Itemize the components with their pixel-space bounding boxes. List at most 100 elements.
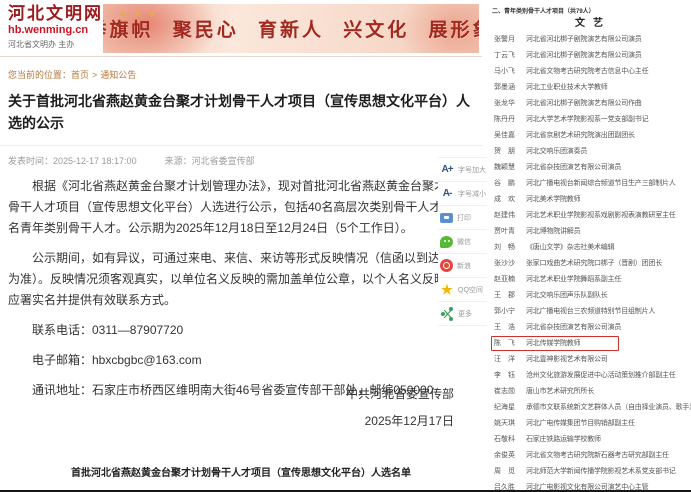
person-name: 汪 洋: [494, 354, 521, 364]
site-logo[interactable]: 河北文明网 hb.wenming.cn 河北省文明办 主办: [8, 5, 103, 50]
toolbar-item[interactable]: 字号减小: [438, 182, 494, 206]
person-org: 河北交响乐团演奏员: [526, 146, 587, 156]
person-name: 张龙华: [494, 98, 521, 108]
signature-block: 中共河北省委宣传部 2025年12月17日: [346, 381, 454, 435]
toolbar-item[interactable]: 微信: [438, 230, 494, 254]
roster-row: 吴佳嘉 河北省京剧艺术研究院演出团副团长: [487, 127, 691, 143]
roster-row: 石敬科 石家庄铁路运输学校教师: [487, 431, 691, 447]
share-toolbar: 字号加大 字号减小 打印 微信 新浪 Q: [438, 157, 494, 326]
person-name: 纪海星: [494, 402, 521, 412]
person-org: 河北省河北梆子剧院演艺有限公司演员: [526, 34, 642, 44]
roster-row: 郭墨涵 河北工业职业技术大学教师: [487, 79, 691, 95]
roster-row-box: 吴佳嘉 河北省京剧艺术研究院演出团副团长: [491, 128, 640, 143]
person-org: 河北博物院讲解员: [526, 226, 580, 236]
site-logo-title: 河北文明网: [8, 5, 103, 24]
person-name: 周 觅: [494, 466, 521, 476]
person-name: 赵建伟: [494, 210, 521, 220]
roster-row-box: 张沙沙 张家口戏曲艺术研究院口梆子（晋剧）团团长: [491, 256, 667, 271]
roster-row: 贾叶青 河北博物院讲解员: [487, 223, 691, 239]
person-name: 贾叶青: [494, 226, 521, 236]
toolbar-item-label: 微信: [457, 237, 471, 247]
person-org: 河北省河北梆子剧院演艺有限公司演员: [526, 50, 642, 60]
person-org: 河北广电传媒集团节目购销部副主任: [526, 418, 635, 428]
toolbar-item-label: 更多: [458, 309, 472, 319]
title-divider: [0, 145, 482, 146]
roster-row-box: 郭墨涵 河北工业职业技术大学教师: [491, 80, 613, 95]
roster-row-box: 魏颖慧 河北省杂技团演艺有限公司演员: [491, 160, 626, 175]
person-org: 河北省文物考古研究院考古信息中心主任: [526, 66, 648, 76]
roster-row-box: 刘 畅 《唐山文学》杂志社美术编辑: [491, 240, 619, 255]
roster-row-box: 陈 飞 河北传媒学院教师: [491, 336, 619, 351]
slogan-banner-text: 举旗帜 聚民心 育新人 兴文化 展形象: [103, 15, 479, 42]
roster-row-box: 纪海星 承德市文联系统新文艺群体人员（自由择业演员、歌手）: [491, 400, 691, 415]
person-org: 河北工业职业技术大学教师: [526, 82, 608, 92]
roster-row: 周 觅 河北师范大学新闻传播学院影视艺术系党支部书记: [487, 463, 691, 479]
roster-row: 余俊英 河北省文物考古研究院新石器考古研究部副主任: [487, 447, 691, 463]
roster-table-caption: 首批河北省燕赵黄金台聚才计划骨干人才项目（宣传思想文化平台）人选名单: [0, 464, 482, 479]
roster-row-box: 张警月 河北省河北梆子剧院演艺有限公司演员: [491, 32, 647, 47]
person-org: 河北师范大学新闻传播学院影视艺术系党支部书记: [526, 466, 676, 476]
roster-row: 丁云飞 河北省河北梆子剧院演艺有限公司演员: [487, 47, 691, 63]
person-org: 河北省杂技团演艺有限公司演员: [526, 162, 621, 172]
roster-row-box: 崔志勋 唐山市艺术研究所所长: [491, 384, 599, 399]
article-body: 根据《河北省燕赵黄金台聚才计划管理办法》，现对首批河北省燕赵黄金台聚才计划骨干人…: [8, 176, 470, 401]
site-logo-subtitle: 河北省文明办 主办: [8, 39, 103, 50]
toolbar-item-label: QQ空间: [458, 285, 483, 295]
roster-row-box: 王 浩 河北省杂技团演艺有限公司演员: [491, 320, 626, 335]
roster-row: 陈丹丹 河北大学艺术学院影视系一党支部副书记: [487, 111, 691, 127]
roster-row-box: 王 郡 河北交响乐团声乐队副队长: [491, 288, 613, 303]
roster-row: 姚天琪 河北广电传媒集团节目购销部副主任: [487, 415, 691, 431]
roster-row-box: 余俊英 河北省文物考古研究院新石器考古研究部副主任: [491, 448, 674, 463]
person-org: 河北广播电视台新闻综合频道节目生产三部制片人: [526, 178, 676, 188]
breadcrumb-home-link[interactable]: 首页: [71, 70, 89, 80]
toolbar-item[interactable]: 打印: [438, 206, 494, 230]
page-title: 关于首批河北省燕赵黄金台聚才计划骨干人才项目（宣传思想文化平台）人选的公示: [8, 91, 474, 134]
article-column: 河北文明网 hb.wenming.cn 河北省文明办 主办 举旗帜 聚民心 育新…: [0, 0, 482, 492]
article-source: 来源：河北省委宣传部: [165, 154, 255, 167]
roster-category: 文艺: [487, 14, 691, 29]
person-name: 王 郡: [494, 290, 521, 300]
weibo-icon: [440, 259, 453, 272]
roster-row: 郭小宁 河北广播电视台三农频道特别节目组制片人: [487, 303, 691, 319]
person-org: 河北交响乐团声乐队副队长: [526, 290, 608, 300]
site-header: 河北文明网 hb.wenming.cn 河北省文明办 主办 举旗帜 聚民心 育新…: [0, 0, 482, 57]
page: 河北文明网 hb.wenming.cn 河北省文明办 主办 举旗帜 聚民心 育新…: [0, 0, 691, 492]
person-org: 张家口戏曲艺术研究院口梆子（晋剧）团团长: [526, 258, 662, 268]
person-name: 余俊英: [494, 450, 521, 460]
person-name: 李 钰: [494, 370, 521, 380]
toolbar-item[interactable]: 字号加大: [438, 158, 494, 182]
person-name: 丁云飞: [494, 50, 521, 60]
toolbar-item-label: 打印: [457, 213, 471, 223]
roster-row-box: 张龙华 河北省河北梆子剧院演艺有限公司作曲: [491, 96, 647, 111]
roster-row: 马小飞 河北省文物考古研究院考古信息中心主任: [487, 63, 691, 79]
roster-row: 刘 畅 《唐山文学》杂志社美术编辑: [487, 239, 691, 255]
roster-row-box: 赵亚楠 河北艺术职业学院舞蹈系副主任: [491, 272, 626, 287]
toolbar-item[interactable]: QQ空间: [438, 278, 494, 302]
roster-row-box: 成 欢 河北美术学院教师: [491, 192, 585, 207]
font-decrease-icon: [440, 187, 454, 201]
toolbar-item[interactable]: 更多: [438, 302, 494, 326]
person-name: 成 欢: [494, 194, 521, 204]
person-name: 谷 鹏: [494, 178, 521, 188]
roster-row-box: 周 觅 河北师范大学新闻传播学院影视艺术系党支部书记: [491, 464, 681, 479]
roster-row-box: 李 钰 沧州文化旅游发展促进中心活动策划推介部副主任: [491, 368, 681, 383]
breadcrumb-current-link[interactable]: 通知公告: [100, 70, 136, 80]
roster-row-box: 汪 洋 河北壹神影视艺术有限公司: [491, 352, 613, 367]
roster-row-box: 贾叶青 河北博物院讲解员: [491, 224, 585, 239]
roster-row: 魏颖慧 河北省杂技团演艺有限公司演员: [487, 159, 691, 175]
roster-row-box: 郭小宁 河北广播电视台三农频道特别节目组制片人: [491, 304, 660, 319]
person-name: 刘 畅: [494, 242, 521, 252]
roster-row: 赵建伟 河北艺术职业学院影视系戏剧影视表演教研室主任: [487, 207, 691, 223]
person-org: 河北省京剧艺术研究院演出团副团长: [526, 130, 635, 140]
person-org: 河北大学艺术学院影视系一党支部副书记: [526, 114, 648, 124]
roster-row-box: 赵建伟 河北艺术职业学院影视系戏剧影视表演教研室主任: [491, 208, 681, 223]
roster-row: 王 郡 河北交响乐团声乐队副队长: [487, 287, 691, 303]
article-paragraph: 联系电话：0311—87907720: [8, 320, 470, 341]
toolbar-item[interactable]: 新浪: [438, 254, 494, 278]
person-org: 河北省文物考古研究院新石器考古研究部副主任: [526, 450, 669, 460]
person-org: 河北传媒学院教师: [526, 338, 580, 348]
person-name: 陈 飞: [494, 338, 521, 348]
breadcrumb-prefix: 您当前的位置：: [8, 70, 71, 80]
qzone-star-icon: [440, 283, 454, 297]
toolbar-item-label: 字号减小: [458, 189, 486, 199]
